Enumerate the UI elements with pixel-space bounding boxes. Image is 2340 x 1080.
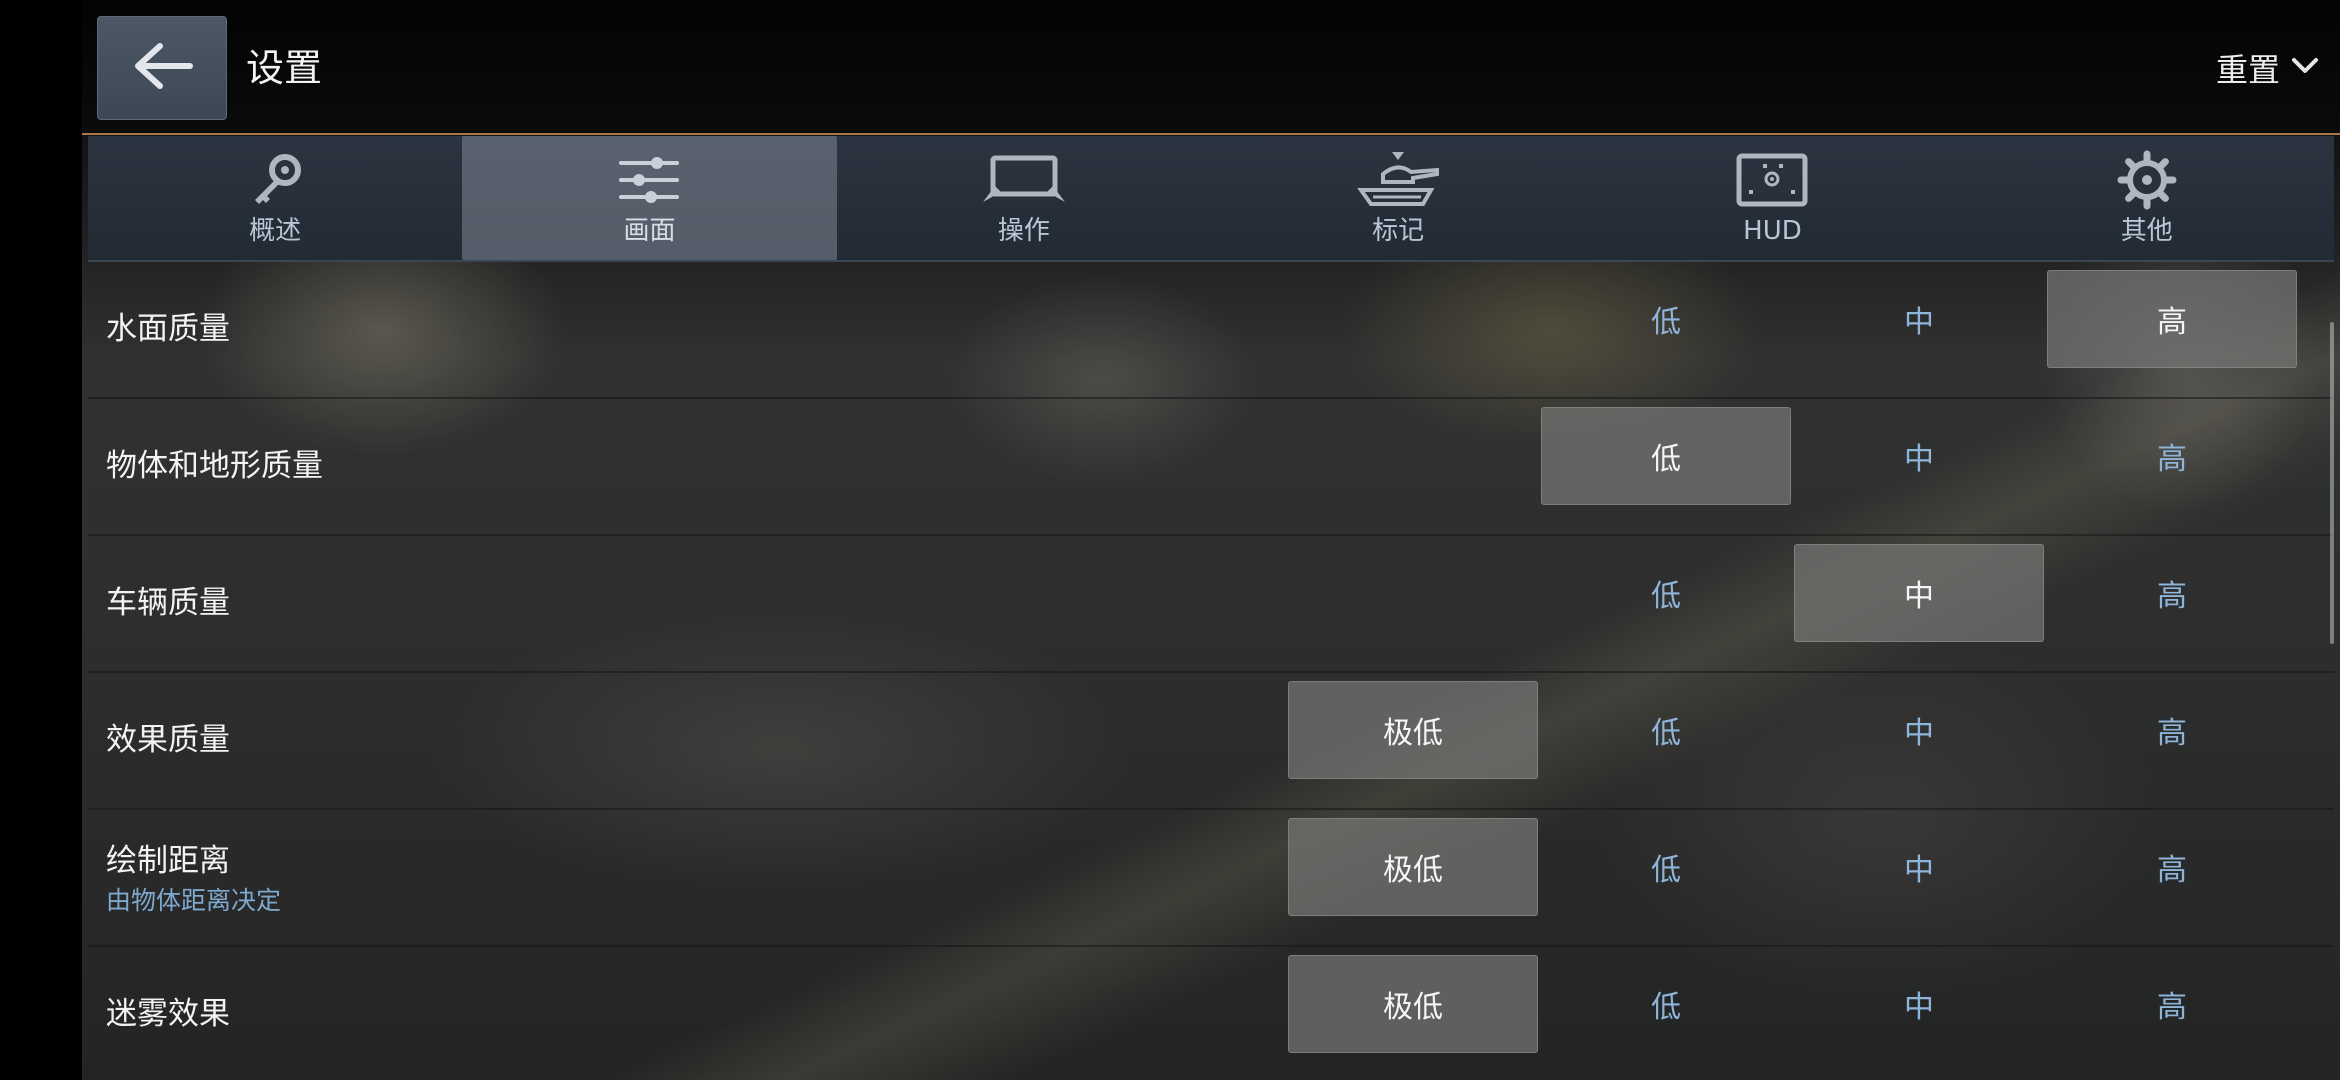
setting-title: 车辆质量 [106, 585, 230, 621]
back-button[interactable] [97, 16, 227, 120]
setting-row-vehicle-quality: 车辆质量 低 中 高 [88, 536, 2334, 673]
option-low[interactable]: 低 [1541, 407, 1791, 505]
setting-title: 迷雾效果 [106, 996, 230, 1032]
tab-graphics[interactable]: 画面 [462, 136, 837, 260]
hud-screen-icon [1727, 148, 1817, 212]
setting-row-fog-effect: 迷雾效果 极低 低 中 高 [88, 947, 2334, 1080]
setting-row-draw-distance: 绘制距离 由物体距离决定 极低 低 中 高 [88, 810, 2334, 947]
option-low[interactable]: 低 [1541, 818, 1791, 916]
option-medium[interactable]: 中 [1794, 955, 2044, 1053]
option-low[interactable]: 低 [1541, 681, 1791, 779]
option-high[interactable]: 高 [2047, 407, 2297, 505]
tab-controls[interactable]: 操作 [837, 136, 1211, 260]
option-high[interactable]: 高 [2047, 818, 2297, 916]
settings-screen: 设置 重置 概述 画面 操作 标记 HUD 其他 水面质量 低 中 高 物体和地… [0, 0, 2340, 1080]
arrow-left-icon [130, 41, 194, 95]
option-medium[interactable]: 中 [1794, 270, 2044, 368]
option-high[interactable]: 高 [2047, 270, 2297, 368]
tab-hud[interactable]: HUD [1585, 136, 1959, 260]
option-very-low[interactable]: 极低 [1288, 818, 1538, 916]
option-low[interactable]: 低 [1541, 955, 1791, 1053]
setting-row-water-quality: 水面质量 低 中 高 [88, 262, 2334, 399]
tab-markers[interactable]: 标记 [1211, 136, 1585, 260]
setting-subtitle: 由物体距离决定 [106, 886, 282, 915]
option-high[interactable]: 高 [2047, 544, 2297, 642]
option-high[interactable]: 高 [2047, 681, 2297, 779]
page-title: 设置 [246, 46, 323, 90]
tab-other[interactable]: 其他 [1960, 136, 2334, 260]
option-very-low[interactable]: 极低 [1288, 955, 1538, 1053]
controls-icon [979, 148, 1069, 212]
key-icon [230, 148, 320, 212]
setting-title: 绘制距离 [106, 843, 230, 879]
sliders-icon [604, 148, 694, 212]
option-medium[interactable]: 中 [1794, 407, 2044, 505]
option-low[interactable]: 低 [1541, 270, 1791, 368]
option-medium[interactable]: 中 [1794, 818, 2044, 916]
chevron-down-icon [2290, 55, 2320, 81]
setting-title: 物体和地形质量 [106, 448, 323, 484]
setting-row-effects-quality: 效果质量 极低 低 中 高 [88, 673, 2334, 810]
option-very-low[interactable]: 极低 [1288, 681, 1538, 779]
option-low[interactable]: 低 [1541, 544, 1791, 642]
tab-overview[interactable]: 概述 [88, 136, 462, 260]
reset-label: 重置 [2215, 51, 2280, 89]
option-medium[interactable]: 中 [1794, 681, 2044, 779]
reset-dropdown[interactable]: 重置 [2216, 44, 2320, 92]
settings-list: 水面质量 低 中 高 物体和地形质量 低 中 高 车辆质量 低 中 高 效果质量… [88, 262, 2334, 1080]
tab-bar: 概述 画面 操作 标记 HUD 其他 [88, 136, 2334, 262]
header-bar [82, 0, 2340, 134]
header-divider [82, 133, 2340, 135]
tank-marker-icon [1353, 148, 1443, 212]
gear-icon [2102, 148, 2192, 212]
setting-row-object-terrain-quality: 物体和地形质量 低 中 高 [88, 399, 2334, 536]
setting-title: 水面质量 [106, 311, 230, 347]
setting-title: 效果质量 [106, 722, 230, 758]
option-high[interactable]: 高 [2047, 955, 2297, 1053]
scrollbar[interactable] [2330, 322, 2334, 644]
option-medium[interactable]: 中 [1794, 544, 2044, 642]
